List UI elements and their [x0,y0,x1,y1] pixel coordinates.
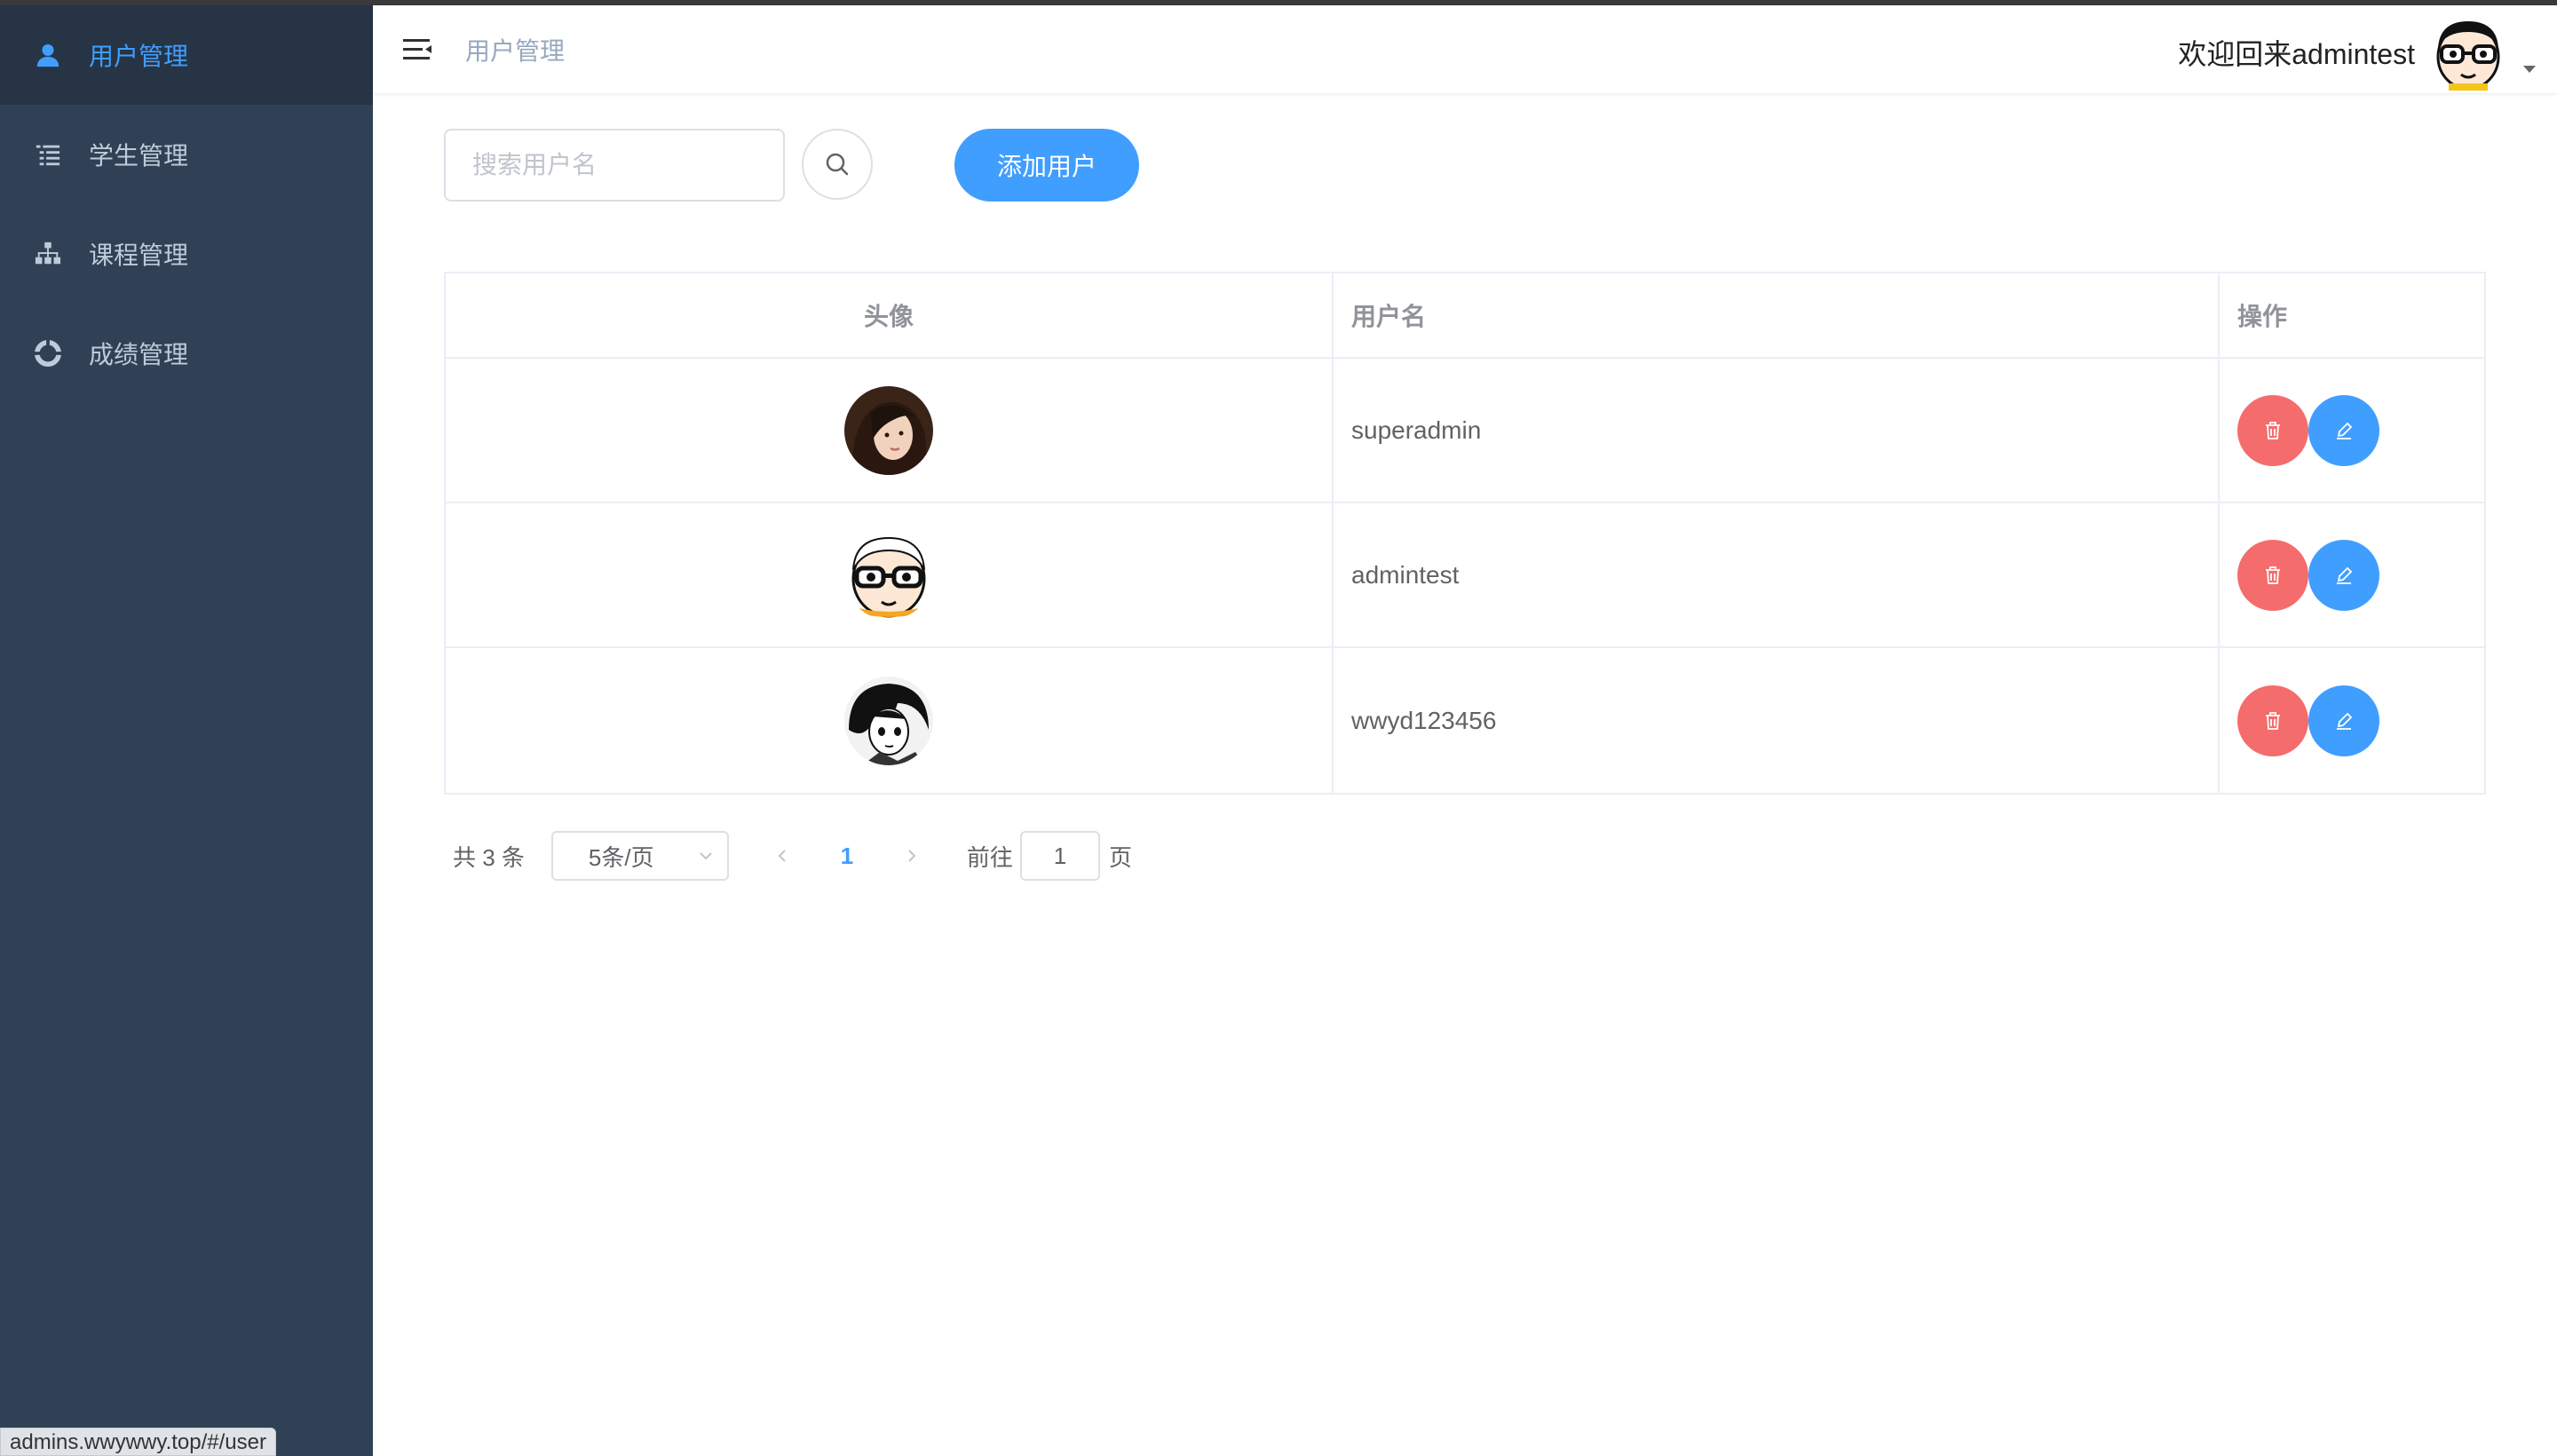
column-header-avatar: 头像 [446,273,1334,357]
page-suffix-label: 页 [1108,843,1132,871]
trash-icon [2266,711,2280,730]
status-bar-url: admins.wwywwy.top/#/user [0,1428,276,1456]
header-avatar[interactable] [2429,12,2507,91]
page-size-select[interactable]: 5条/页 [550,831,729,881]
user-avatar [844,530,933,620]
edit-button[interactable] [2308,394,2379,466]
table-row: admintest [446,503,2484,648]
dropdown-caret-icon[interactable] [2523,66,2536,73]
sidebar-item-score-management[interactable]: 成绩管理 [0,304,373,403]
sidebar: 用户管理 学生管理 课程管理 成绩管理 [0,5,373,1456]
user-avatar [844,385,933,475]
add-user-button[interactable]: 添加用户 [954,129,1139,202]
chevron-right-icon [908,850,916,862]
top-navbar: 用户管理 欢迎回来admintest [373,5,2557,94]
sidebar-item-label: 用户管理 [89,43,189,70]
trash-icon [2266,566,2280,584]
prev-page-button[interactable] [764,838,800,874]
sidebar-item-label: 成绩管理 [89,341,189,368]
table-row: superadmin [446,359,2484,503]
username-cell: admintest [1334,503,2220,646]
table-header-row: 头像 用户名 操作 [446,273,2484,359]
search-button[interactable] [802,129,873,200]
sidebar-item-user-management[interactable]: 用户管理 [0,5,373,105]
page-size-value: 5条/页 [588,843,654,871]
glasses-cartoon-avatar-icon [2429,12,2507,91]
welcome-text: 欢迎回来admintest [2178,38,2415,70]
trash-icon [2266,421,2280,439]
hamburger-icon[interactable] [401,34,433,66]
table-row: wwyd123456 [446,648,2484,793]
user-icon [34,41,62,69]
page-number[interactable]: 1 [834,843,860,870]
chevron-left-icon [778,850,786,862]
username-cell: superadmin [1334,359,2220,502]
search-username-input[interactable] [444,129,785,202]
edit-icon [2337,422,2353,439]
next-page-button[interactable] [894,838,930,874]
sidebar-item-course-management[interactable]: 课程管理 [0,204,373,304]
goto-label: 前往 [966,843,1013,871]
sidebar-item-student-management[interactable]: 学生管理 [0,105,373,204]
search-icon [826,153,849,176]
delete-button[interactable] [2237,684,2308,756]
pagination-total: 共 3 条 [453,843,525,871]
anime-sketch-avatar-icon [844,676,933,765]
edit-icon [2337,566,2353,584]
user-table: 头像 用户名 操作 superadmin admintest wwyd12345… [444,272,2486,795]
username-cell: wwyd123456 [1334,648,2220,793]
column-header-actions: 操作 [2237,303,2288,330]
pagination: 共 3 条 5条/页 1 前往 页 [444,831,1132,881]
chevron-down-icon [700,852,712,860]
delete-button[interactable] [2237,539,2308,611]
sidebar-item-label: 课程管理 [89,241,189,269]
column-header-username: 用户名 [1334,273,2220,357]
girl-photo-avatar-icon [844,385,933,475]
edit-button[interactable] [2308,684,2379,756]
edit-icon [2337,712,2353,730]
sidebar-item-label: 学生管理 [89,142,189,170]
delete-button[interactable] [2237,394,2308,466]
list-icon [34,140,62,169]
tree-icon [34,240,62,268]
glasses-cartoon-avatar-icon [844,530,933,620]
breadcrumb: 用户管理 [465,36,566,65]
edit-button[interactable] [2308,539,2379,611]
goto-page-input[interactable] [1019,831,1100,881]
chart-icon [34,339,62,368]
user-avatar [844,676,933,765]
